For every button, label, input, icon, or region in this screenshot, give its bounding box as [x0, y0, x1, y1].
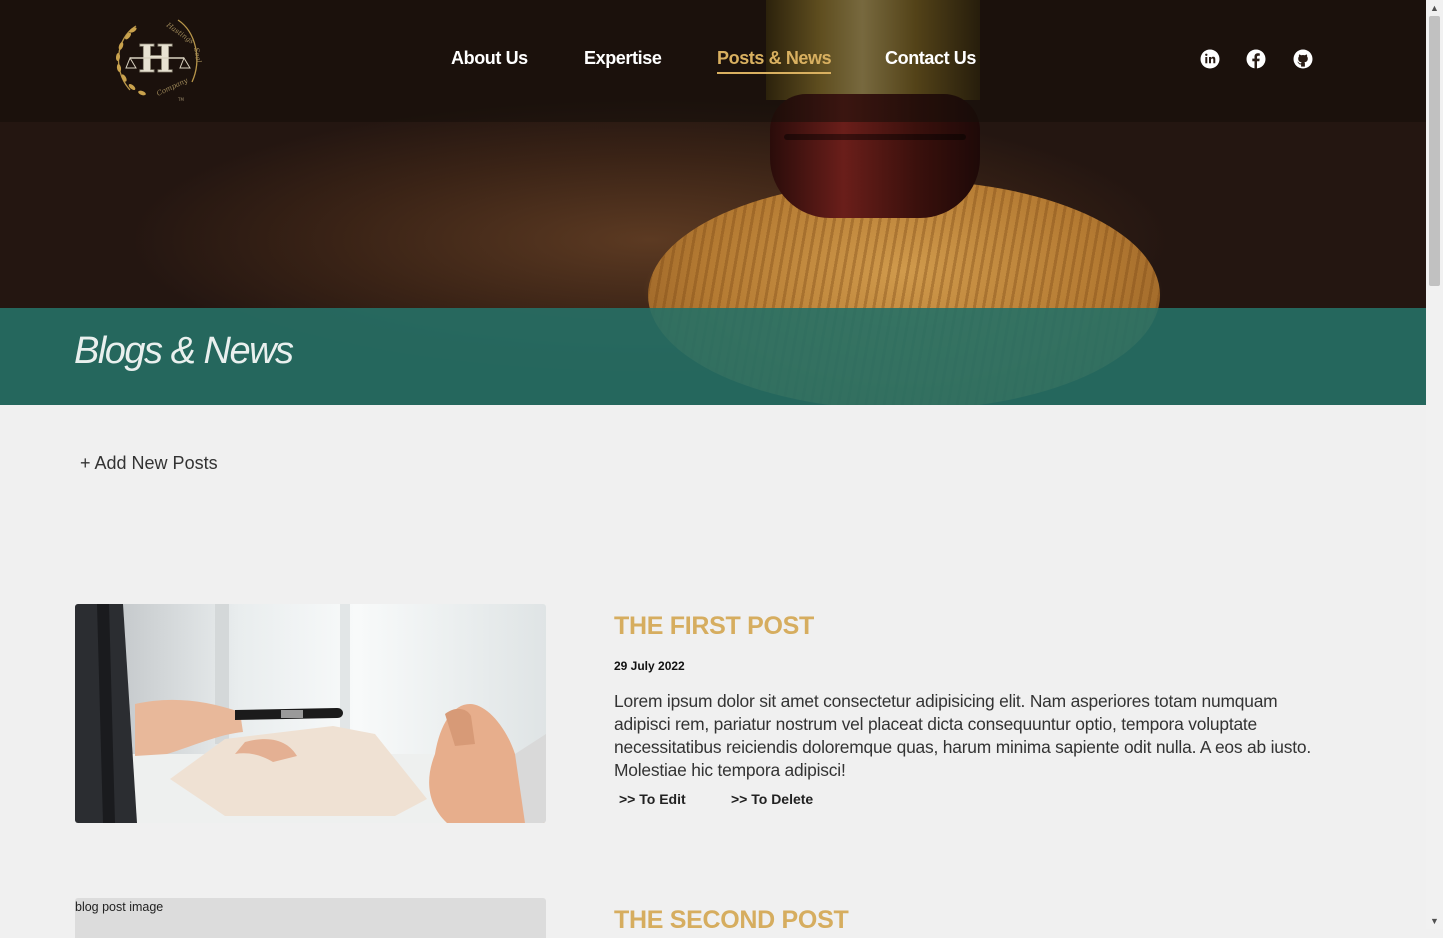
nav-contact-us[interactable]: Contact Us	[885, 48, 976, 72]
github-icon[interactable]	[1293, 49, 1313, 69]
post-image	[75, 604, 546, 823]
post-title[interactable]: THE FIRST POST	[614, 612, 814, 641]
linkedin-icon[interactable]	[1200, 49, 1220, 69]
post-title[interactable]: THE SECOND POST	[614, 906, 849, 935]
vertical-scrollbar[interactable]: ▲ ▼	[1426, 0, 1443, 929]
delete-post-link[interactable]: >> To Delete	[731, 791, 813, 807]
post-excerpt: Lorem ipsum dolor sit amet consectetur a…	[614, 691, 1311, 780]
nav-posts-news[interactable]: Posts & News	[717, 48, 832, 74]
add-new-post-button[interactable]: + Add New Posts	[80, 453, 218, 474]
svg-text:Seal: Seal	[192, 47, 203, 64]
post-image: blog post image	[75, 898, 546, 938]
svg-text:TM: TM	[177, 97, 184, 102]
page-title: Blogs & News	[74, 330, 294, 372]
scroll-up-arrow-icon[interactable]: ▲	[1426, 0, 1443, 16]
scroll-down-arrow-icon[interactable]: ▼	[1426, 913, 1443, 929]
logo[interactable]: H Hastings Seal Company TM	[108, 12, 206, 104]
nav-expertise[interactable]: Expertise	[584, 48, 662, 72]
edit-post-link[interactable]: >> To Edit	[619, 791, 686, 807]
post-date: 29 July 2022	[614, 659, 685, 673]
broken-image-alt-text: blog post image	[75, 900, 164, 914]
facebook-icon[interactable]	[1246, 49, 1266, 69]
nav-about-us[interactable]: About Us	[451, 48, 528, 72]
handshake-document-photo	[75, 604, 546, 823]
scrollbar-thumb[interactable]	[1429, 16, 1440, 286]
